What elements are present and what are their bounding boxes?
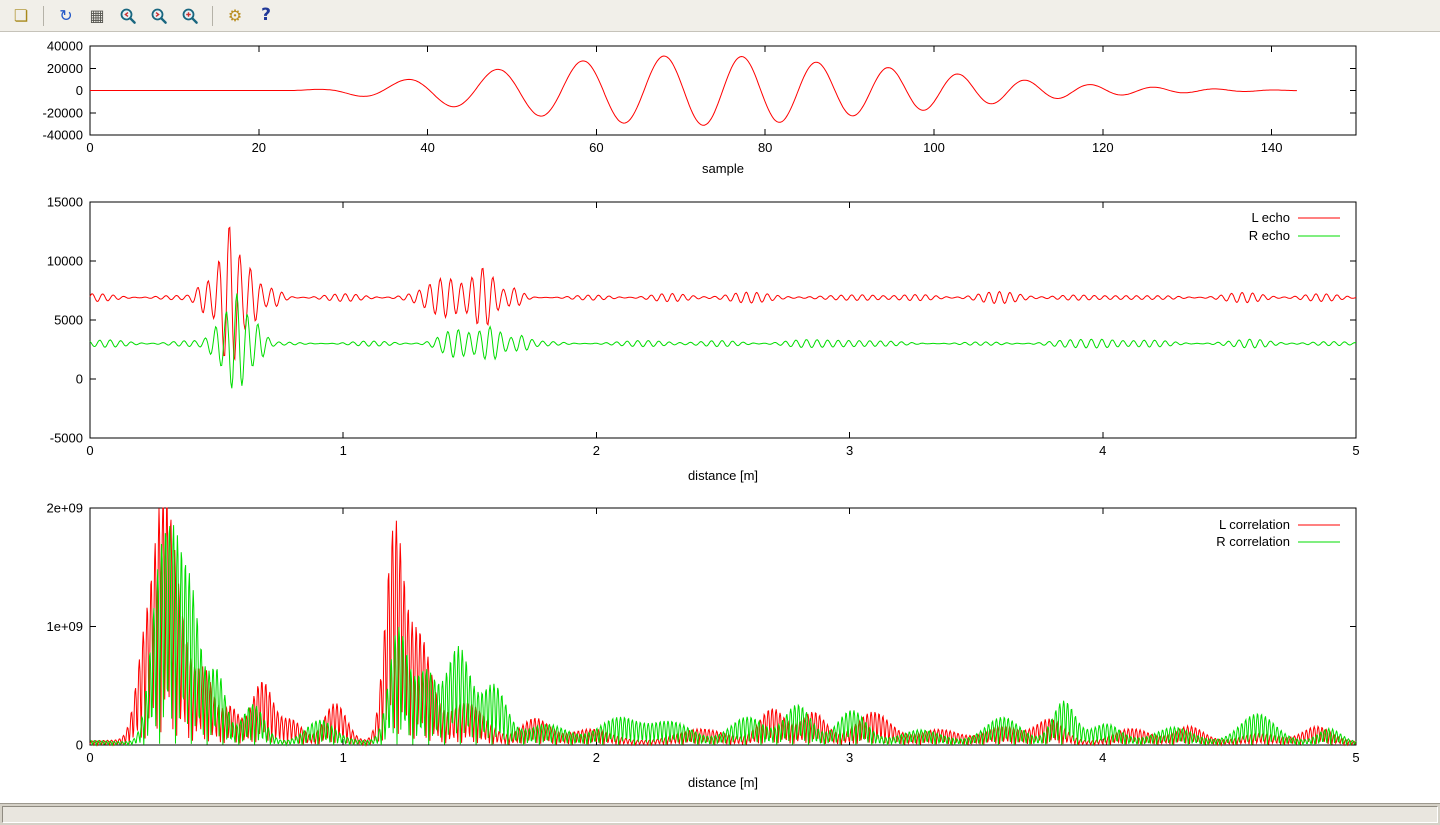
copy-icon: ❏ [14,8,28,24]
x-axis-label: distance [m] [688,468,758,483]
x-tick-label: 80 [758,140,772,155]
x-tick-label: 140 [1261,140,1283,155]
zoom-next-button[interactable] [146,4,172,28]
y-tick-label: 5000 [54,313,83,328]
y-tick-label: 0 [76,372,83,387]
y-tick-label: -5000 [50,431,83,446]
plot-border [90,508,1356,745]
zoom-previous-icon [119,7,137,25]
y-tick-label: 1e+09 [46,619,83,634]
zoom-next-icon [150,7,168,25]
x-tick-label: 0 [86,443,93,458]
toggle-grid-button[interactable]: ▦ [84,4,110,28]
x-tick-label: 0 [86,140,93,155]
toolbar: ❏ ↻ ▦ [0,0,1440,32]
correlation-chart[interactable]: 0 1 2 3 4 5 0 1e+09 2e+09 distance [m] L correlati… [0,487,1440,803]
echo-chart[interactable]: 012345-5000050001000015000distance [m]L … [0,187,1440,487]
x-tick-label: 1 [340,750,347,765]
refresh-icon: ↻ [59,8,72,24]
y-tick-label: 0 [76,83,83,98]
series-path [90,508,1356,745]
y-tick-label: 0 [76,738,83,753]
series-path [90,56,1297,125]
plot-canvas: 020406080100120140-40000-200000200004000… [0,32,1440,803]
x-tick-label: 2 [593,750,600,765]
x-tick-label: 2 [593,443,600,458]
x-tick-label: 100 [923,140,945,155]
configure-button[interactable]: ⚙ [222,4,248,28]
x-tick-label: 5 [1352,750,1359,765]
settings-gear-icon: ⚙ [228,8,242,24]
x-tick-label: 40 [420,140,434,155]
y-tick-label: 10000 [47,254,83,269]
x-tick-label: 20 [252,140,266,155]
autoscale-icon [181,7,199,25]
toolbar-separator [212,6,213,26]
x-tick-label: 4 [1099,750,1106,765]
x-tick-label: 3 [846,443,853,458]
x-axis-label: sample [702,161,744,176]
legend-label: R correlation [1216,534,1290,549]
status-text [2,806,1438,823]
autoscale-button[interactable] [177,4,203,28]
y-tick-label: 15000 [47,195,83,210]
series-path [90,227,1356,359]
help-button[interactable]: ? [253,4,279,28]
y-tick-label: -20000 [43,105,83,120]
replot-button[interactable]: ↻ [53,4,79,28]
y-tick-label: 40000 [47,39,83,54]
status-bar [0,803,1440,825]
x-axis-label: distance [m] [688,775,758,790]
export-to-clipboard-button[interactable]: ❏ [8,4,34,28]
x-tick-label: 60 [589,140,603,155]
grid-icon: ▦ [89,8,104,24]
legend-label: R echo [1249,228,1290,243]
legend-label: L correlation [1219,517,1290,532]
x-tick-label: 5 [1352,443,1359,458]
waveform-chart[interactable]: 0 20 40 60 80 100 120 140 -40000 -20000 0 20000 4000… [0,32,1440,187]
x-tick-label: 3 [846,750,853,765]
x-tick-label: 4 [1099,443,1106,458]
series-path [90,294,1356,389]
y-tick-label: 2e+09 [46,501,83,516]
gnuplot-window: ❏ ↻ ▦ [0,0,1440,825]
y-tick-label: 20000 [47,61,83,76]
toolbar-separator [43,6,44,26]
zoom-previous-button[interactable] [115,4,141,28]
y-tick-label: -40000 [43,128,83,143]
x-tick-label: 0 [86,750,93,765]
series-path [90,525,1356,745]
x-tick-label: 1 [340,443,347,458]
legend-label: L echo [1251,210,1290,225]
plot-border [90,202,1356,438]
help-icon: ? [261,7,271,24]
x-tick-label: 120 [1092,140,1114,155]
